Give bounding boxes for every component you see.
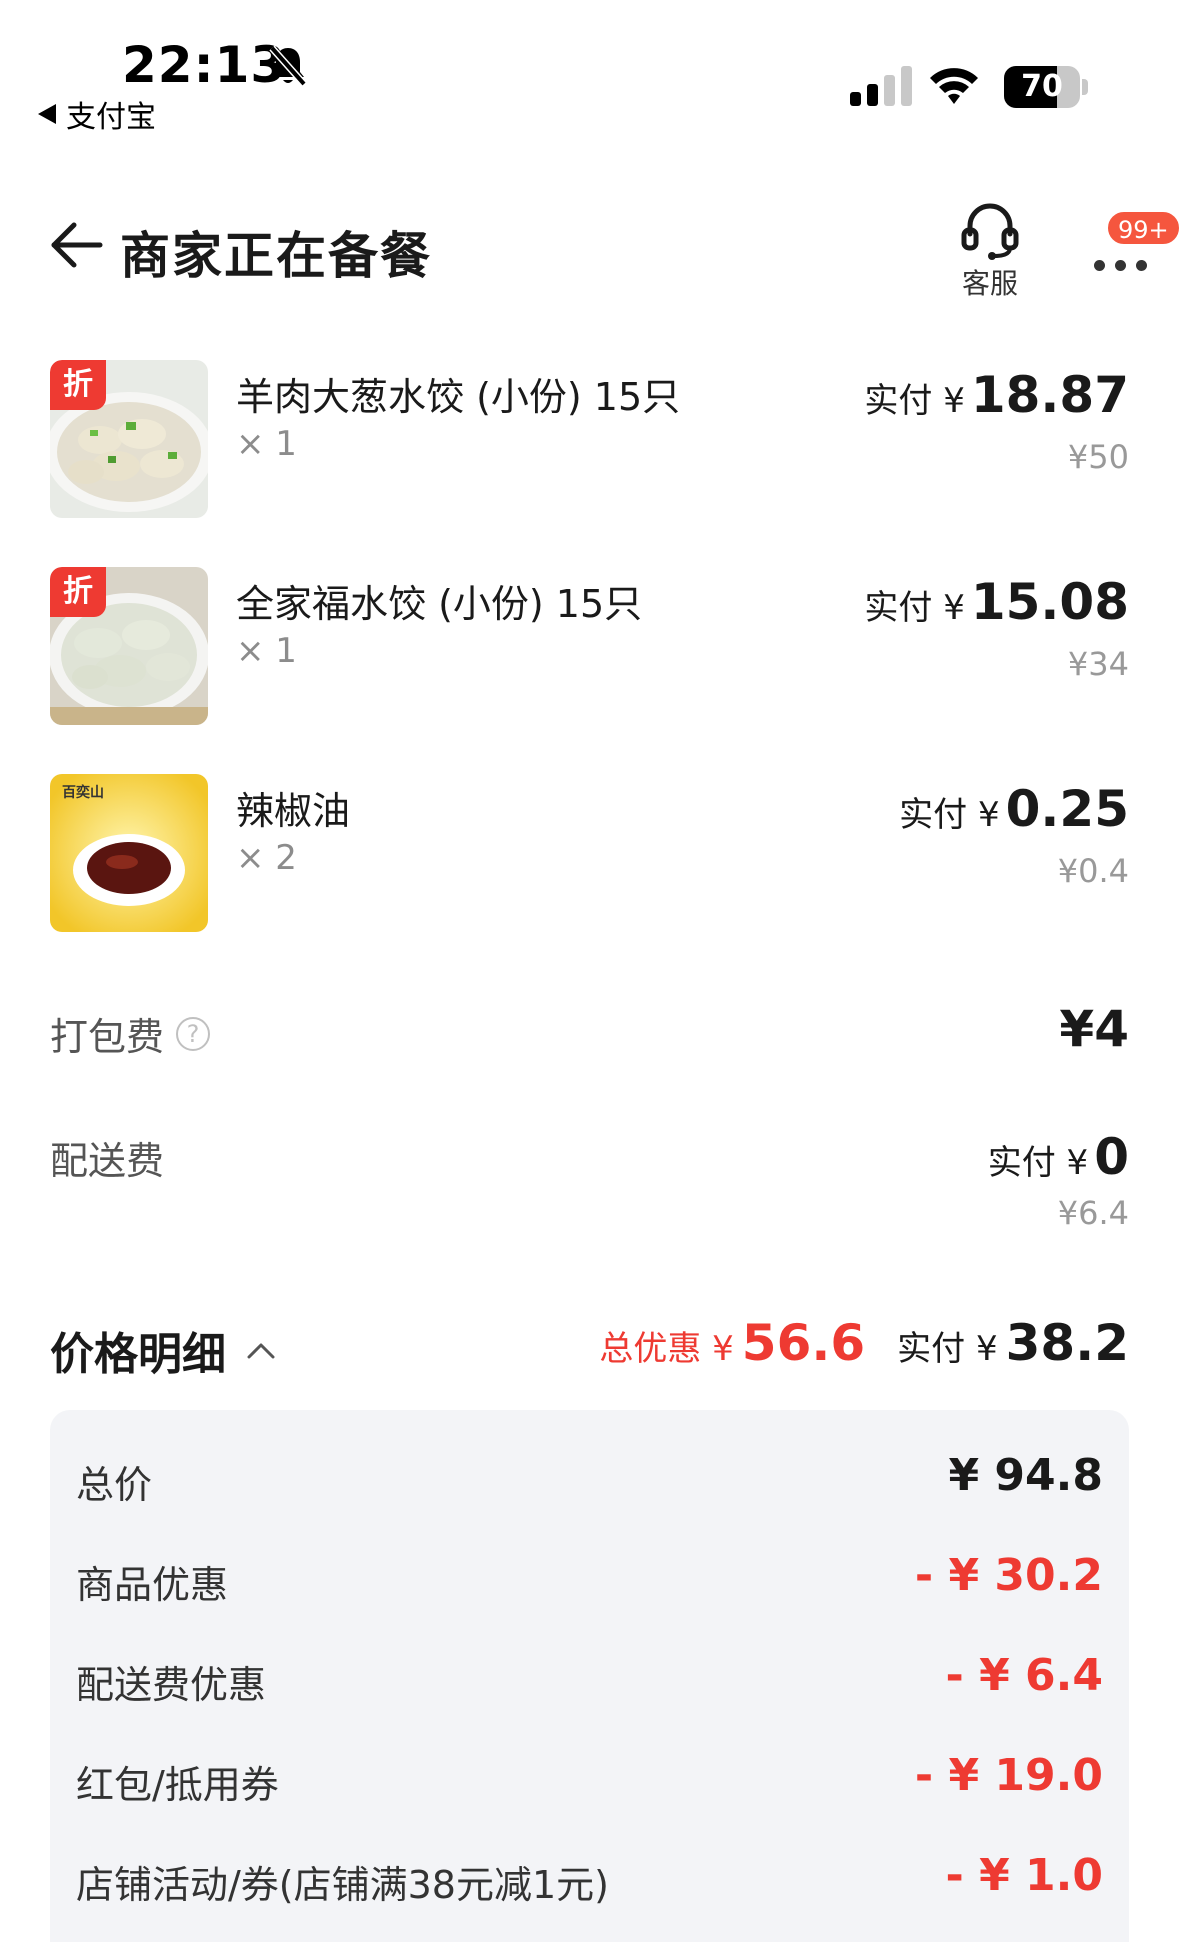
item-paid-price: 实付 ¥ 18.87 bbox=[864, 366, 1129, 424]
detail-label: 商品优惠 bbox=[76, 1563, 229, 1607]
price-summary: 总优惠 ¥ 56.6 实付 ¥ 38.2 bbox=[599, 1314, 1129, 1372]
detail-row-product-discount: 商品优惠 - ¥ 30.2 bbox=[50, 1536, 1129, 1616]
page-header: 商家正在备餐 客服 99+ bbox=[0, 180, 1179, 300]
headset-icon bbox=[961, 203, 1019, 260]
total-discount-amount: 56.6 bbox=[741, 1314, 866, 1372]
price-detail-title: 价格明细 bbox=[50, 1329, 226, 1380]
packing-fee-value: ¥4 bbox=[1059, 1000, 1129, 1058]
order-item[interactable]: 折 羊肉大葱水饺 (小份) 15只 × 1 实付 ¥ 18.87 ¥50 bbox=[0, 360, 1179, 530]
help-icon[interactable]: ? bbox=[176, 1016, 211, 1051]
product-image: 折 bbox=[50, 360, 208, 518]
item-quantity: × 1 bbox=[236, 631, 297, 671]
delivery-paid-price: 实付 ¥ 0 bbox=[988, 1128, 1129, 1186]
total-paid-label: 实付 ¥ bbox=[897, 1329, 998, 1369]
price-detail-panel: 总价 ¥ 94.8 商品优惠 - ¥ 30.2 配送费优惠 - ¥ 6.4 红包… bbox=[50, 1410, 1129, 1942]
total-paid-amount: 38.2 bbox=[1005, 1314, 1129, 1372]
back-to-app-link[interactable]: 支付宝 bbox=[38, 92, 156, 136]
more-dots-icon bbox=[1094, 260, 1147, 271]
detail-value: ¥ 94.8 bbox=[948, 1450, 1104, 1501]
item-quantity: × 1 bbox=[236, 424, 297, 464]
battery-cap bbox=[1082, 79, 1088, 95]
back-triangle-icon bbox=[38, 104, 56, 124]
price-detail-header[interactable]: 价格明细 总优惠 ¥ 56.6 实付 ¥ 38.2 bbox=[0, 1310, 1179, 1390]
battery-text: 70 bbox=[1021, 69, 1063, 104]
item-paid-price: 实付 ¥ 15.08 bbox=[864, 573, 1129, 631]
detail-row-total: 总价 ¥ 94.8 bbox=[50, 1436, 1129, 1516]
detail-value: - ¥ 30.2 bbox=[914, 1550, 1103, 1601]
detail-label: 店铺活动/券(店铺满38元减1元) bbox=[76, 1863, 609, 1907]
price-detail-title-group: 价格明细 bbox=[50, 1318, 276, 1382]
item-paid-price: 实付 ¥ 0.25 bbox=[899, 780, 1129, 838]
detail-value: - ¥ 1.0 bbox=[945, 1850, 1103, 1901]
paid-amount: 0.25 bbox=[1005, 780, 1129, 838]
paid-label: 实付 ¥ bbox=[864, 381, 965, 421]
paid-amount: 15.08 bbox=[970, 573, 1129, 631]
back-app-label: 支付宝 bbox=[66, 100, 156, 135]
product-image: 百奕山 bbox=[50, 774, 208, 932]
detail-row-coupon: 红包/抵用券 - ¥ 19.0 bbox=[50, 1736, 1129, 1816]
discount-tag: 折 bbox=[50, 567, 106, 617]
item-original-price: ¥50 bbox=[1067, 438, 1129, 476]
brand-logo: 百奕山 bbox=[62, 785, 104, 801]
delivery-fee-row: 配送费 实付 ¥ 0 ¥6.4 bbox=[0, 1124, 1179, 1244]
item-quantity: × 2 bbox=[236, 838, 297, 878]
more-menu-button[interactable]: 99+ bbox=[1086, 210, 1179, 290]
item-name: 羊肉大葱水饺 (小份) 15只 bbox=[236, 375, 681, 419]
discount-tag: 折 bbox=[50, 360, 106, 410]
item-name: 全家福水饺 (小份) 15只 bbox=[236, 582, 643, 626]
cellular-signal-icon bbox=[850, 66, 912, 106]
paid-amount: 0 bbox=[1094, 1128, 1129, 1186]
item-name: 辣椒油 bbox=[236, 789, 351, 833]
detail-label: 配送费优惠 bbox=[76, 1663, 267, 1707]
packing-fee-label-group: 打包费 ? bbox=[50, 1006, 211, 1061]
detail-row-delivery-discount: 配送费优惠 - ¥ 6.4 bbox=[50, 1636, 1129, 1716]
status-time: 22:13 bbox=[122, 36, 287, 94]
total-discount-label: 总优惠 ¥ bbox=[599, 1329, 734, 1369]
bell-muted-icon bbox=[269, 45, 307, 87]
status-bar: 22:13 支付宝 70 bbox=[0, 0, 1179, 140]
detail-value: - ¥ 19.0 bbox=[914, 1750, 1103, 1801]
customer-service-label: 客服 bbox=[961, 267, 1018, 300]
paid-label: 实付 ¥ bbox=[987, 1143, 1089, 1183]
packing-fee-row: 打包费 ? ¥4 bbox=[0, 1000, 1179, 1080]
delivery-fee-label: 配送费 bbox=[50, 1139, 165, 1183]
detail-label: 总价 bbox=[76, 1463, 153, 1507]
order-item[interactable]: 百奕山 辣椒油 × 2 实付 ¥ 0.25 ¥0.4 bbox=[0, 774, 1179, 944]
order-item[interactable]: 折 全家福水饺 (小份) 15只 × 1 实付 ¥ 15.08 ¥34 bbox=[0, 567, 1179, 737]
paid-label: 实付 ¥ bbox=[899, 795, 1000, 835]
paid-amount: 18.87 bbox=[970, 366, 1129, 424]
item-original-price: ¥34 bbox=[1067, 645, 1129, 683]
chevron-up-icon[interactable] bbox=[246, 1340, 276, 1360]
notification-badge: 99+ bbox=[1106, 210, 1179, 246]
detail-value: - ¥ 6.4 bbox=[945, 1650, 1103, 1701]
detail-label: 红包/抵用券 bbox=[76, 1763, 279, 1807]
back-arrow-icon[interactable] bbox=[48, 220, 104, 270]
customer-service-button[interactable]: 客服 bbox=[950, 200, 1030, 300]
product-image: 折 bbox=[50, 567, 208, 725]
wifi-icon bbox=[930, 68, 978, 104]
delivery-original-price: ¥6.4 bbox=[1057, 1194, 1129, 1232]
packing-fee-label: 打包费 bbox=[50, 1015, 165, 1059]
battery-body: 70 bbox=[1004, 66, 1080, 108]
item-original-price: ¥0.4 bbox=[1057, 852, 1129, 890]
detail-row-store-promo: 店铺活动/券(店铺满38元减1元) - ¥ 1.0 bbox=[50, 1836, 1129, 1916]
page-title: 商家正在备餐 bbox=[120, 227, 432, 285]
paid-label: 实付 ¥ bbox=[864, 588, 965, 628]
battery-indicator: 70 bbox=[1004, 66, 1088, 108]
